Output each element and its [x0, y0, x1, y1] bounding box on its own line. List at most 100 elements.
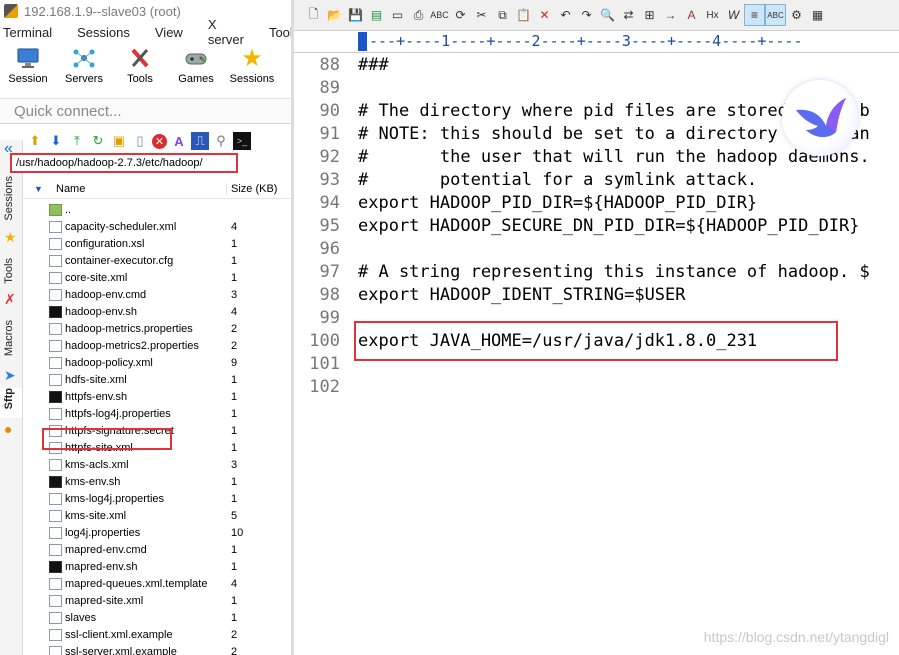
file-row[interactable]: hdfs-site.xml 1 [22, 371, 291, 388]
file-row[interactable]: kms-env.sh 1 [22, 473, 291, 490]
line-number: 97 [319, 261, 340, 282]
file-row[interactable]: hadoop-policy.xml 9 [22, 354, 291, 371]
file-row[interactable]: slaves 1 [22, 609, 291, 626]
new-file-icon[interactable]: 🗋 [304, 5, 323, 25]
file-row[interactable]: hadoop-env.cmd 3 [22, 286, 291, 303]
code-line[interactable]: 94 export HADOOP_PID_DIR=${HADOOP_PID_DIR… [294, 191, 899, 214]
tab-sftp[interactable]: Sftp [0, 388, 22, 418]
upload-icon[interactable]: ⤒ [68, 132, 86, 150]
floating-assistant-bird-icon[interactable] [782, 80, 858, 156]
tools-button[interactable]: Tools [112, 46, 168, 85]
code-line[interactable]: 97 # A string representing this instance … [294, 260, 899, 283]
copy-icon[interactable]: ⧉ [493, 5, 512, 25]
file-row[interactable]: mapred-queues.xml.template 4 [22, 575, 291, 592]
sort-arrow-icon: ▼ [34, 184, 43, 194]
new-file-icon[interactable]: ▯ [131, 132, 149, 150]
code-line[interactable]: 95 export HADOOP_SECURE_DN_PID_DIR=${HADO… [294, 214, 899, 237]
goto-icon[interactable]: → [661, 5, 680, 25]
cut-icon[interactable]: ✂ [472, 5, 491, 25]
download-icon[interactable]: ⬇ [47, 132, 65, 150]
file-name: capacity-scheduler.xml [65, 220, 177, 233]
column-size[interactable]: Size (KB) [226, 183, 277, 195]
rename-icon[interactable]: A [170, 132, 188, 150]
undo-icon[interactable]: ↶ [556, 5, 575, 25]
paste-icon[interactable]: 📋 [514, 5, 533, 25]
line-number: 96 [319, 238, 340, 259]
delete-icon[interactable]: ✕ [535, 5, 554, 25]
find-icon[interactable]: 🔍 [598, 5, 617, 25]
code-line[interactable]: 102 [294, 375, 899, 398]
file-row[interactable]: container-executor.cfg 1 [22, 252, 291, 269]
code-line[interactable]: 93 # potential for a symlink attack. [294, 168, 899, 191]
panel-icon[interactable]: ▦ [808, 5, 827, 25]
file-row[interactable]: core-site.xml 1 [22, 269, 291, 286]
parent-folder-icon[interactable]: ⬆ [26, 132, 44, 150]
reload-icon[interactable]: ⟳ [451, 5, 470, 25]
new-folder-icon[interactable]: ▣ [110, 132, 128, 150]
redo-icon[interactable]: ↷ [577, 5, 596, 25]
permissions-icon[interactable]: ⎍ [191, 132, 209, 150]
close-icon[interactable]: ▭ [388, 5, 407, 25]
file-row[interactable]: mapred-env.sh 1 [22, 558, 291, 575]
file-row[interactable]: kms-acls.xml 3 [22, 456, 291, 473]
watermark: https://blog.csdn.net/ytangdigl [703, 629, 889, 645]
file-row[interactable]: mapred-site.xml 1 [22, 592, 291, 609]
word-wrap-icon[interactable]: W [724, 5, 743, 25]
font-icon[interactable]: A [682, 5, 701, 25]
menu-terminal[interactable]: Terminal [0, 25, 55, 40]
file-row[interactable]: kms-log4j.properties 1 [22, 490, 291, 507]
menu-tools[interactable]: Tools [266, 25, 291, 40]
file-row[interactable]: ssl-client.xml.example 2 [22, 626, 291, 643]
file-icon [49, 628, 62, 641]
hex-icon[interactable]: Hx [703, 5, 722, 25]
print-icon[interactable]: ⎙ [409, 5, 428, 25]
tab-macros[interactable]: Macros [0, 320, 22, 365]
column-name[interactable]: Name [56, 183, 226, 195]
code-line[interactable]: 98 export HADOOP_IDENT_STRING=$USER [294, 283, 899, 306]
sftp-path-input[interactable]: /usr/hadoop/hadoop-2.7.3/etc/hadoop/ [10, 153, 238, 173]
terminal-icon[interactable]: >_ [233, 132, 251, 150]
delete-icon[interactable]: ✕ [152, 133, 167, 149]
menu-view[interactable]: View [152, 25, 186, 40]
file-row[interactable]: log4j.properties 10 [22, 524, 291, 541]
menu-sessions[interactable]: Sessions [74, 25, 133, 40]
sessions-button[interactable]: ★ Sessions [224, 45, 280, 86]
file-row[interactable]: hadoop-metrics2.properties 2 [22, 337, 291, 354]
column-mode-icon[interactable]: ABC [765, 4, 786, 26]
file-row[interactable]: mapred-env.cmd 1 [22, 541, 291, 558]
spellcheck-icon[interactable]: ABC [430, 5, 449, 25]
session-button[interactable]: Session [0, 46, 56, 85]
file-row[interactable]: .. [22, 201, 291, 218]
line-number: 94 [319, 192, 340, 213]
file-row[interactable]: configuration.xsl 1 [22, 235, 291, 252]
file-size: 2 [231, 628, 238, 641]
ruler-toggle-icon[interactable]: ≡ [744, 4, 765, 26]
file-row[interactable]: kms-site.xml 5 [22, 507, 291, 524]
file-row[interactable]: hadoop-env.sh 4 [22, 303, 291, 320]
settings-icon[interactable]: ⚙ [787, 5, 806, 25]
file-row[interactable]: ssl-server.xml.example 2 [22, 643, 291, 655]
file-row[interactable]: hadoop-metrics.properties 2 [22, 320, 291, 337]
quick-connect-input[interactable]: Quick connect... [0, 99, 291, 124]
replace-icon[interactable]: ⇄ [619, 5, 638, 25]
find-in-files-icon[interactable]: ⊞ [640, 5, 659, 25]
code-line[interactable]: 88 ### [294, 53, 899, 76]
tab-sessions[interactable]: Sessions [0, 176, 22, 226]
file-row[interactable]: httpfs-log4j.properties 1 [22, 405, 291, 422]
file-size: 4 [231, 220, 238, 233]
save-icon[interactable]: 💾 [346, 5, 365, 25]
code-line[interactable]: 96 [294, 237, 899, 260]
refresh-icon[interactable]: ↻ [89, 132, 107, 150]
save-all-icon[interactable]: ▤ [367, 5, 386, 25]
file-row[interactable]: httpfs-env.sh 1 [22, 388, 291, 405]
menu-xserver[interactable]: X server [205, 17, 247, 47]
games-button[interactable]: Games [168, 46, 224, 85]
file-row[interactable]: capacity-scheduler.xml 4 [22, 218, 291, 235]
servers-button[interactable]: Servers [56, 46, 112, 85]
file-name: hadoop-metrics2.properties [65, 339, 199, 352]
line-number: 95 [319, 215, 340, 236]
follow-terminal-icon[interactable]: ⚲ [212, 132, 230, 150]
tab-tools[interactable]: Tools [0, 258, 22, 288]
file-icon [49, 288, 62, 301]
open-file-icon[interactable]: 📂 [325, 5, 344, 25]
